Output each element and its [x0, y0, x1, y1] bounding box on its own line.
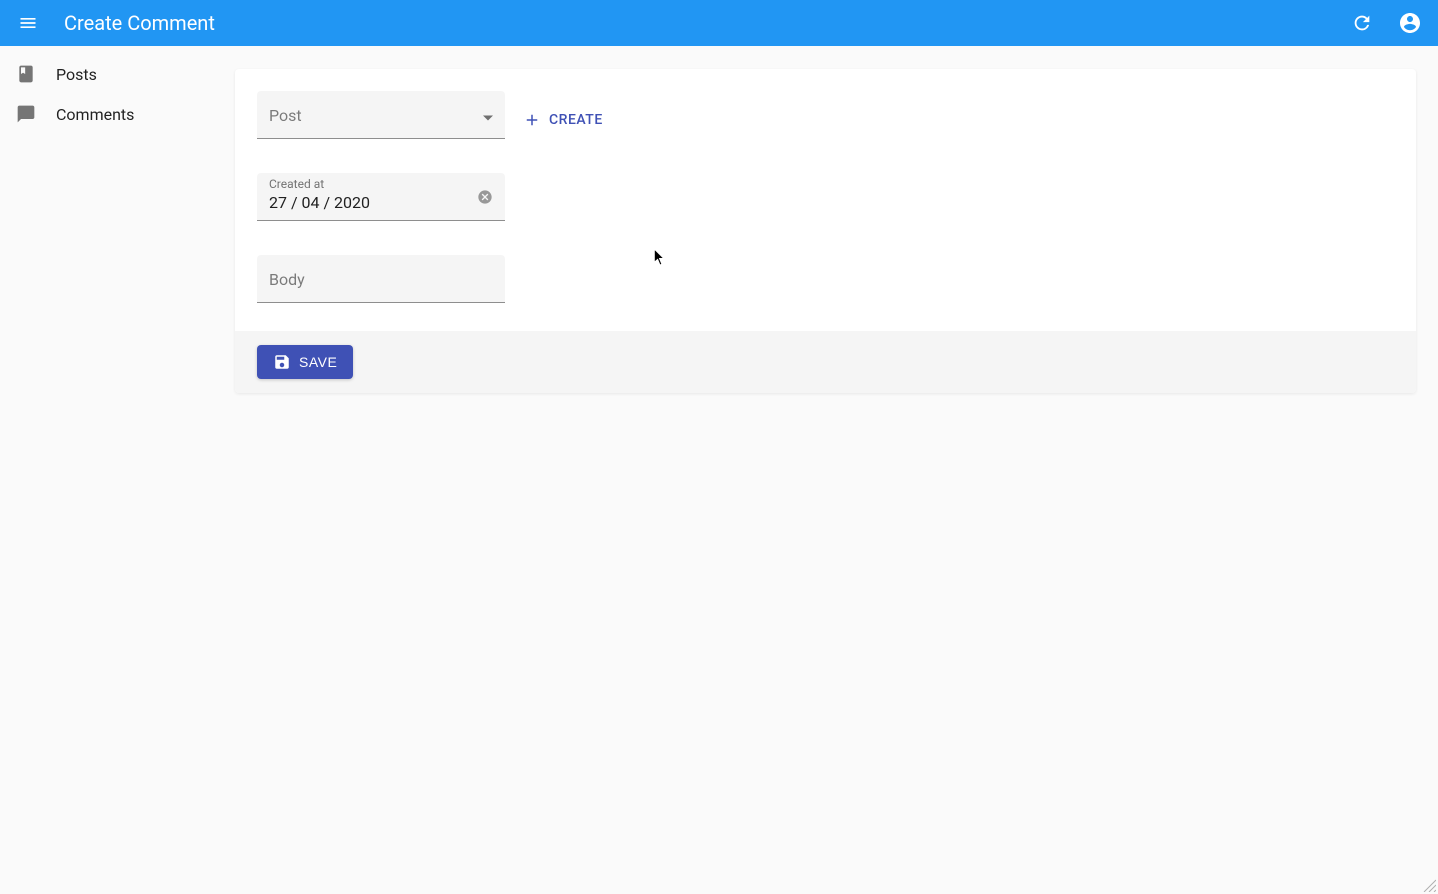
clear-date-button[interactable] — [477, 189, 493, 205]
account-circle-icon — [1398, 11, 1422, 35]
refresh-icon — [1351, 12, 1373, 34]
body-input[interactable]: Body — [257, 255, 505, 303]
chat-icon — [16, 104, 36, 124]
account-button[interactable] — [1398, 11, 1422, 35]
app-bar: Create Comment — [0, 0, 1438, 46]
created-at-row: Created at 27 / 04 / 2020 — [257, 173, 1394, 221]
sidebar-item-comments[interactable]: Comments — [0, 94, 235, 134]
save-icon — [273, 353, 291, 371]
appbar-actions — [1350, 11, 1422, 35]
save-button[interactable]: SAVE — [257, 345, 353, 379]
sidebar-item-label: Posts — [56, 65, 97, 84]
menu-button[interactable] — [16, 11, 40, 35]
created-at-label: Created at — [269, 177, 493, 191]
post-field-row: Post CREATE — [257, 91, 1394, 139]
form-card: Post CREATE Created at 27 / 04 / 2020 — [235, 69, 1416, 393]
create-button-label: CREATE — [549, 112, 603, 128]
card-footer: SAVE — [235, 331, 1416, 393]
plus-icon — [523, 111, 541, 129]
post-field-label: Post — [269, 106, 493, 125]
page-title: Create Comment — [64, 11, 1350, 35]
sidebar-item-label: Comments — [56, 105, 134, 124]
main-layout: Posts Comments Post — [0, 46, 1438, 894]
create-button[interactable]: CREATE — [515, 105, 611, 135]
content-area: Post CREATE Created at 27 / 04 / 2020 — [235, 46, 1438, 894]
created-at-input[interactable]: Created at 27 / 04 / 2020 — [257, 173, 505, 221]
post-select[interactable]: Post — [257, 91, 505, 139]
refresh-button[interactable] — [1350, 11, 1374, 35]
card-body: Post CREATE Created at 27 / 04 / 2020 — [235, 69, 1416, 331]
save-button-label: SAVE — [299, 354, 337, 370]
sidebar-item-posts[interactable]: Posts — [0, 54, 235, 94]
body-row: Body — [257, 255, 1394, 303]
dropdown-icon — [483, 105, 493, 124]
body-field-label: Body — [269, 270, 493, 289]
hamburger-icon — [18, 13, 38, 33]
book-icon — [16, 64, 36, 84]
sidebar: Posts Comments — [0, 46, 235, 894]
created-at-value: 27 / 04 / 2020 — [269, 193, 493, 212]
cancel-icon — [477, 189, 493, 205]
resize-handle-icon — [1422, 878, 1436, 892]
